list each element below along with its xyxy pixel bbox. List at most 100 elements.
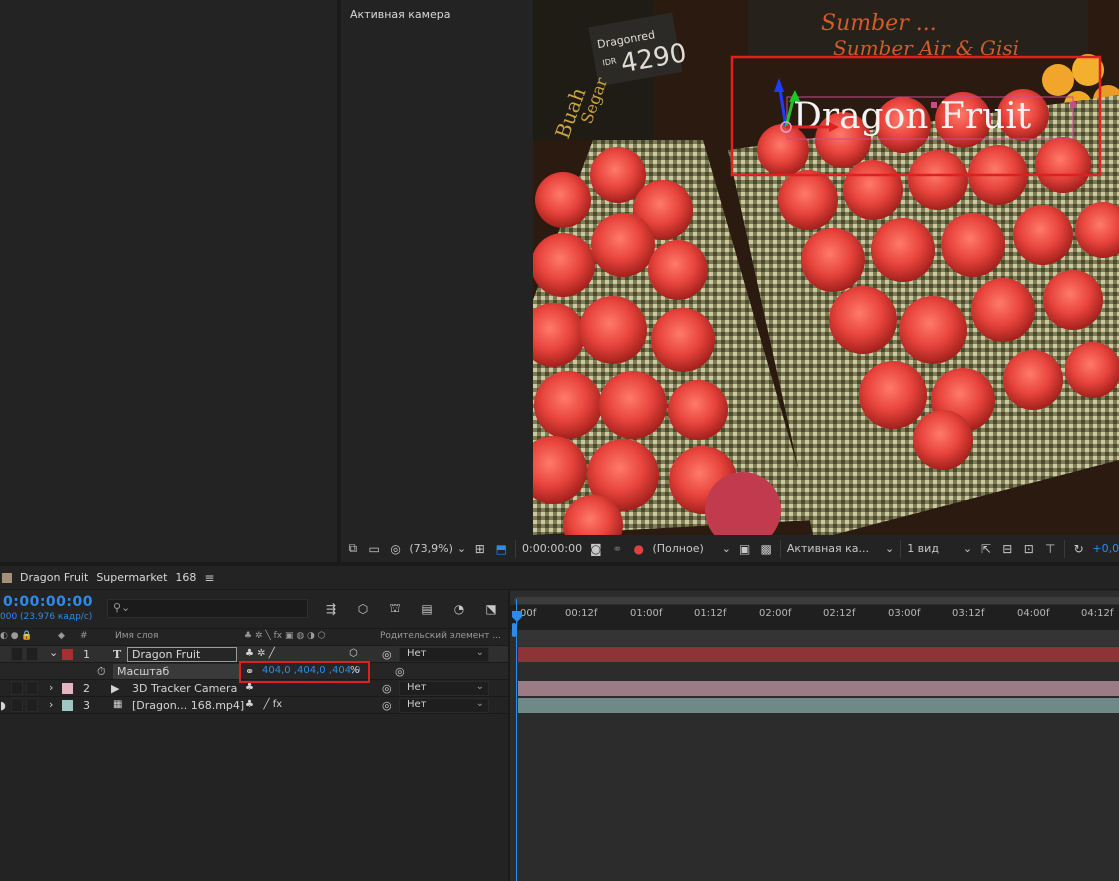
playhead-line[interactable]	[516, 599, 517, 881]
stopwatch-icon[interactable]: ⏱	[97, 665, 106, 679]
layer-name[interactable]: 3D Tracker Camera	[132, 682, 237, 695]
show-snapshot-icon[interactable]: ⚭	[610, 541, 625, 557]
composition-viewer[interactable]: Sumber ... Sumber Air & Gisi Dragonred I…	[533, 0, 1119, 535]
parent-dropdown[interactable]: Нет ⌄	[399, 647, 489, 662]
layer-name[interactable]: [Dragon... 168.mp4]	[132, 699, 244, 712]
solo-toggle[interactable]	[11, 698, 23, 712]
pickwhip-icon[interactable]: ◎	[395, 665, 405, 678]
search-icon: ⚲⌄	[113, 601, 131, 614]
vr-glasses-icon[interactable]: ◎	[388, 541, 403, 557]
fast-previews-icon[interactable]: ⊟	[1000, 541, 1015, 557]
always-preview-icon[interactable]: ⧉	[345, 541, 360, 557]
flowchart-icon[interactable]: ⊤	[1043, 541, 1058, 557]
chevron-down-icon: ⌄	[962, 542, 973, 555]
transparency-grid-icon[interactable]: ▩	[758, 541, 773, 557]
camera-value: Активная ка...	[786, 542, 869, 555]
layer-name-field[interactable]: Dragon Fruit	[127, 647, 237, 662]
work-area-bar[interactable]	[514, 597, 1119, 604]
layer-switches[interactable]: ♣ ✲ ╱	[245, 648, 275, 659]
parent-dropdown[interactable]: Нет ⌄	[399, 681, 489, 696]
toolbar-divider	[515, 539, 516, 558]
3d-layer-icon[interactable]: ⬡	[349, 648, 358, 659]
views-dropdown[interactable]: 1 вид ⌄	[907, 542, 973, 555]
frame-rate-label: 000 (23.976 кадр/с)	[0, 612, 93, 622]
layer-column-header: ◐ ● 🔒 ◆ # Имя слоя ♣ ✲ ╲ fx ▣ ◍ ◑ ⬡ Роди…	[0, 628, 508, 646]
chevron-right-icon[interactable]: ›	[49, 698, 53, 711]
ruler-tick: 00f	[520, 608, 537, 619]
chevron-down-icon: ⌄	[721, 542, 731, 555]
frame-blending-icon[interactable]: ▤	[418, 600, 436, 617]
grid-guides-icon[interactable]: ⊞	[472, 541, 487, 557]
pickwhip-icon[interactable]: ◎	[382, 682, 392, 695]
layer-bar-3d-tracker-camera[interactable]	[518, 681, 1119, 696]
monitor-icon[interactable]: ▭	[366, 541, 381, 557]
chevron-right-icon[interactable]: ›	[49, 681, 53, 694]
time-ruler[interactable]: 00f 00:12f 01:00f 01:12f 02:00f 02:12f 0…	[510, 605, 1119, 630]
solo-toggle[interactable]	[11, 681, 23, 695]
pickwhip-icon[interactable]: ◎	[382, 648, 392, 661]
layer-row-footage[interactable]: ◗ › 3 ▦ [Dragon... 168.mp4] ♣ ╱ fx ◎ Нет…	[0, 697, 508, 714]
layer-bar-footage[interactable]	[518, 698, 1119, 713]
label-color-swatch[interactable]	[62, 700, 73, 711]
label-color-swatch[interactable]	[62, 683, 73, 694]
shy-switch-icon[interactable]: ♣	[245, 682, 254, 693]
toolbar-divider	[1063, 539, 1065, 558]
shy-layers-icon[interactable]: ⛫	[386, 600, 404, 617]
dragon-fruit-text-layer[interactable]: Dragon Fruit	[793, 96, 1032, 137]
pickwhip-icon[interactable]: ◎	[382, 699, 392, 712]
sign-text-1: Sumber ...	[821, 11, 937, 36]
transform-handle[interactable]	[1070, 102, 1076, 108]
layer-switches[interactable]: ♣ ╱ fx	[245, 699, 282, 710]
motion-blur-icon[interactable]: ◔	[450, 600, 468, 617]
viewer-toolbar: ⧉ ▭ ◎ (73,9%) ⌄ ⊞ ⬒ 0:00:00:00 ◙ ⚭ ● (По…	[341, 535, 1119, 562]
audio-icon[interactable]: ◗	[0, 699, 6, 712]
current-time-display[interactable]: 0:00:00:00	[3, 594, 93, 610]
timeline-graph-area[interactable]: 00f 00:12f 01:00f 01:12f 02:00f 02:12f 0…	[508, 591, 1119, 881]
reset-exposure-icon[interactable]: ↻	[1071, 541, 1086, 557]
zoom-dropdown[interactable]: (73,9%) ⌄	[409, 542, 467, 555]
tab-dragon-fruit[interactable]: Dragon Fruit	[20, 571, 88, 584]
parent-dropdown[interactable]: Нет ⌄	[399, 698, 489, 713]
label-header-icon[interactable]: ◆	[58, 631, 65, 641]
project-panel	[0, 0, 337, 562]
viewer-timecode[interactable]: 0:00:00:00	[522, 542, 582, 555]
panel-menu-icon[interactable]: ≡	[204, 571, 214, 585]
layer-number-header: #	[80, 631, 88, 641]
chevron-down-icon[interactable]: ⌄	[49, 646, 58, 659]
ruler-tick: 02:00f	[759, 608, 792, 619]
timeline-icon[interactable]: ⊡	[1021, 541, 1036, 557]
layer-bar-dragon-fruit[interactable]	[518, 647, 1119, 662]
lock-toggle[interactable]	[26, 647, 38, 661]
parent-value: Нет	[407, 699, 427, 710]
layer-search-input[interactable]: ⚲⌄	[107, 599, 308, 618]
tab-supermarket[interactable]: Supermarket	[96, 571, 167, 584]
ruler-tick: 01:12f	[694, 608, 727, 619]
graph-editor-icon[interactable]: ⬔	[482, 600, 500, 617]
property-name: Масштаб	[117, 665, 170, 678]
composition-flowchart-icon[interactable]: ⇶	[322, 600, 340, 617]
camera-snapshot-icon[interactable]: ◙	[588, 541, 603, 557]
orange	[1042, 64, 1074, 96]
toggle-pixel-aspect-icon[interactable]: ⇱	[978, 541, 993, 557]
active-camera-label: Активная камера	[350, 8, 451, 21]
exposure-value[interactable]: +0,0	[1092, 542, 1119, 555]
resolution-dropdown[interactable]: (Полное) ⌄	[652, 542, 731, 555]
lock-toggle[interactable]	[26, 698, 38, 712]
switches-header-icons: ♣ ✲ ╲ fx ▣ ◍ ◑ ⬡	[244, 631, 326, 641]
region-of-interest-icon[interactable]: ▣	[737, 541, 752, 557]
color-channels-icon[interactable]: ●	[631, 541, 646, 557]
ruler-tick: 01:00f	[630, 608, 663, 619]
lock-toggle[interactable]	[26, 681, 38, 695]
ruler-tick: 04:12f	[1081, 608, 1114, 619]
parent-header[interactable]: Родительский элемент ...	[380, 631, 501, 641]
camera-dropdown[interactable]: Активная ка... ⌄	[786, 542, 895, 555]
label-color-swatch[interactable]	[62, 649, 73, 660]
footage-file-icon: ▦	[113, 699, 123, 710]
audio-video-header-icon[interactable]: ◐ ● 🔒	[0, 631, 33, 641]
mask-visibility-icon[interactable]: ⬒	[494, 541, 509, 557]
tab-168[interactable]: 168	[175, 571, 196, 584]
draft-3d-icon[interactable]: ⬡	[354, 600, 372, 617]
solo-toggle[interactable]	[11, 647, 23, 661]
layer-name-header[interactable]: Имя слоя	[115, 631, 158, 641]
transform-handle[interactable]	[931, 102, 937, 108]
